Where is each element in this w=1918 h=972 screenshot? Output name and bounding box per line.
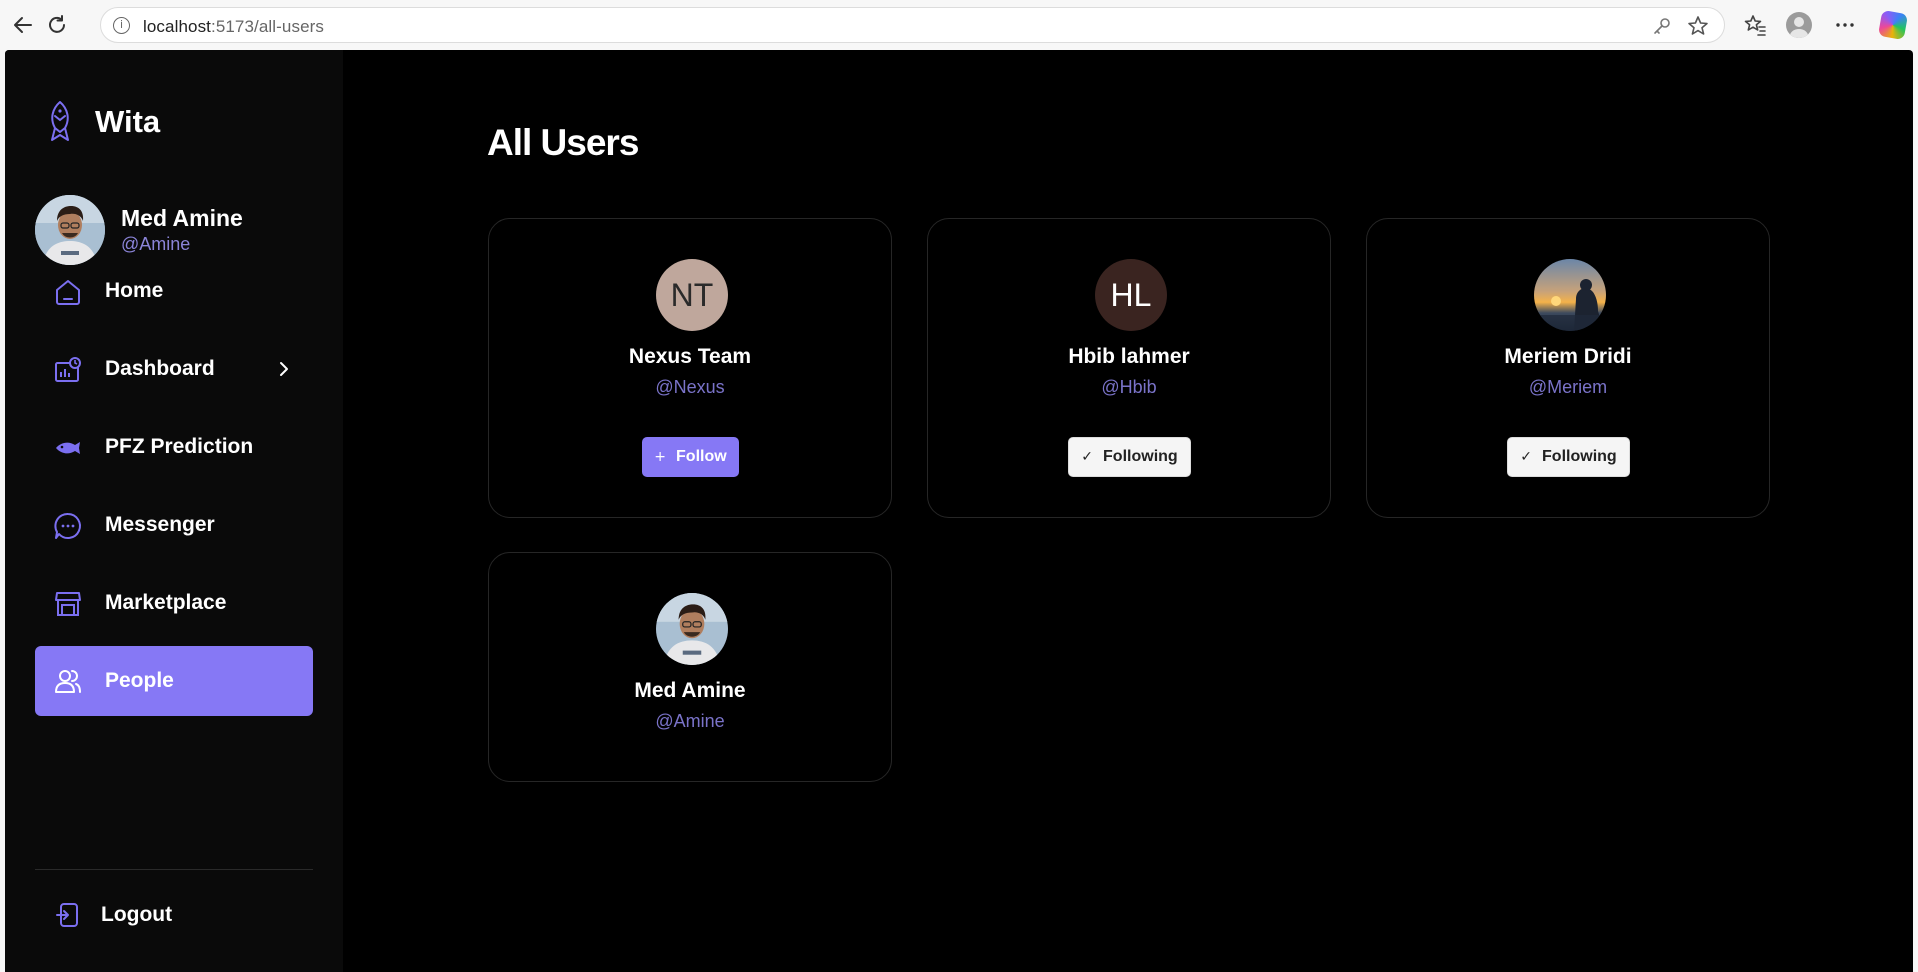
home-icon bbox=[56, 280, 80, 305]
sidebar-item-label: Marketplace bbox=[105, 591, 227, 614]
password-key-icon[interactable] bbox=[1652, 16, 1672, 36]
user-card: Med Amine @Amine bbox=[488, 552, 892, 782]
dashboard-icon bbox=[55, 357, 81, 382]
user-photo-icon bbox=[35, 195, 105, 265]
favorites-button[interactable] bbox=[1740, 10, 1770, 40]
favorites-list-icon bbox=[1744, 15, 1766, 36]
user-card: NT Nexus Team @Nexus + Follow bbox=[488, 218, 892, 518]
chat-icon bbox=[54, 512, 81, 539]
fish-logo-icon bbox=[51, 101, 69, 141]
check-icon: ✓ bbox=[1081, 449, 1094, 465]
sidebar-divider bbox=[35, 869, 313, 870]
avatar[interactable]: NT bbox=[656, 259, 728, 331]
following-button[interactable]: ✓ Following bbox=[1507, 437, 1630, 477]
sunset-photo-icon bbox=[1534, 259, 1606, 331]
more-button[interactable] bbox=[1830, 10, 1860, 40]
profile-avatar-icon bbox=[1786, 12, 1812, 38]
user-name[interactable]: Hbib lahmer bbox=[928, 345, 1330, 369]
profile-button[interactable] bbox=[1784, 10, 1814, 40]
fish-icon bbox=[56, 442, 80, 454]
reload-icon bbox=[49, 15, 65, 33]
sidebar-item-label: Dashboard bbox=[105, 357, 215, 380]
avatar-initials: HL bbox=[1110, 276, 1152, 313]
user-handle: @Meriem bbox=[1528, 377, 1608, 397]
avatar[interactable]: HL bbox=[1095, 259, 1167, 331]
logout-label: Logout bbox=[101, 903, 173, 926]
user-handle: @Hbib bbox=[1101, 377, 1157, 397]
reload-button[interactable] bbox=[42, 10, 72, 40]
user-name[interactable]: Med Amine bbox=[489, 679, 891, 703]
user-handle: @Amine bbox=[655, 711, 725, 731]
sidebar-item-label: People bbox=[105, 669, 174, 692]
brand-name: Wita bbox=[95, 104, 161, 139]
following-button[interactable]: ✓ Following bbox=[1068, 437, 1191, 477]
user-photo-icon bbox=[656, 593, 728, 665]
sidebar-item-label: Messenger bbox=[105, 513, 215, 536]
check-icon: ✓ bbox=[1520, 449, 1533, 465]
avatar[interactable] bbox=[1534, 259, 1606, 331]
url-text: localhost:5173/all-users bbox=[143, 17, 325, 36]
profile-name: Med Amine bbox=[121, 205, 243, 231]
follow-button[interactable]: + Follow bbox=[642, 437, 739, 477]
copilot-icon bbox=[1877, 9, 1909, 41]
logout-icon bbox=[56, 903, 78, 927]
avatar-initials: NT bbox=[670, 276, 714, 313]
sidebar-item-people[interactable]: People bbox=[35, 646, 313, 716]
profile-summary[interactable]: Med Amine @Amine bbox=[35, 195, 243, 265]
follow-label: Follow bbox=[676, 448, 727, 465]
site-info-icon[interactable]: i bbox=[113, 17, 130, 34]
sidebar-item-home[interactable]: Home bbox=[35, 256, 313, 326]
user-name[interactable]: Meriem Dridi bbox=[1367, 345, 1769, 369]
avatar[interactable] bbox=[656, 593, 728, 665]
user-card: Meriem Dridi @Meriem ✓ Following bbox=[1366, 218, 1770, 518]
sidebar-item-marketplace[interactable]: Marketplace bbox=[35, 568, 313, 638]
address-bar[interactable]: i localhost:5173/all-users bbox=[100, 7, 1725, 43]
plus-icon: + bbox=[654, 449, 667, 465]
sidebar-item-pfz-prediction[interactable]: PFZ Prediction bbox=[35, 412, 313, 482]
user-card: HL Hbib lahmer @Hbib ✓ Following bbox=[927, 218, 1331, 518]
browser-toolbar: i localhost:5173/all-users bbox=[0, 0, 1918, 50]
sidebar-item-dashboard[interactable]: Dashboard bbox=[35, 334, 313, 404]
following-label: Following bbox=[1103, 448, 1178, 465]
sidebar: Wita Med Amine @Amine Home Dashboard PFZ… bbox=[5, 50, 343, 972]
back-button[interactable] bbox=[8, 10, 38, 40]
user-handle: @Nexus bbox=[655, 377, 725, 397]
app-window: Wita Med Amine @Amine Home Dashboard PFZ… bbox=[5, 50, 1913, 972]
more-dots-icon bbox=[1836, 23, 1854, 27]
following-label: Following bbox=[1542, 448, 1617, 465]
sidebar-item-label: PFZ Prediction bbox=[105, 435, 254, 458]
user-name[interactable]: Nexus Team bbox=[489, 345, 891, 369]
sidebar-item-label: Home bbox=[105, 279, 164, 302]
page-title: All Users bbox=[487, 122, 639, 163]
sidebar-item-messenger[interactable]: Messenger bbox=[35, 490, 313, 560]
favorite-star-icon[interactable] bbox=[1686, 14, 1710, 38]
avatar bbox=[35, 195, 105, 265]
chevron-right-icon bbox=[280, 362, 288, 376]
profile-handle: @Amine bbox=[121, 234, 191, 254]
people-icon bbox=[55, 670, 81, 693]
brand[interactable]: Wita bbox=[39, 99, 160, 145]
copilot-button[interactable] bbox=[1877, 9, 1909, 41]
logout-button[interactable]: Logout bbox=[35, 885, 313, 945]
back-arrow-icon bbox=[14, 17, 32, 33]
store-icon bbox=[55, 592, 81, 616]
